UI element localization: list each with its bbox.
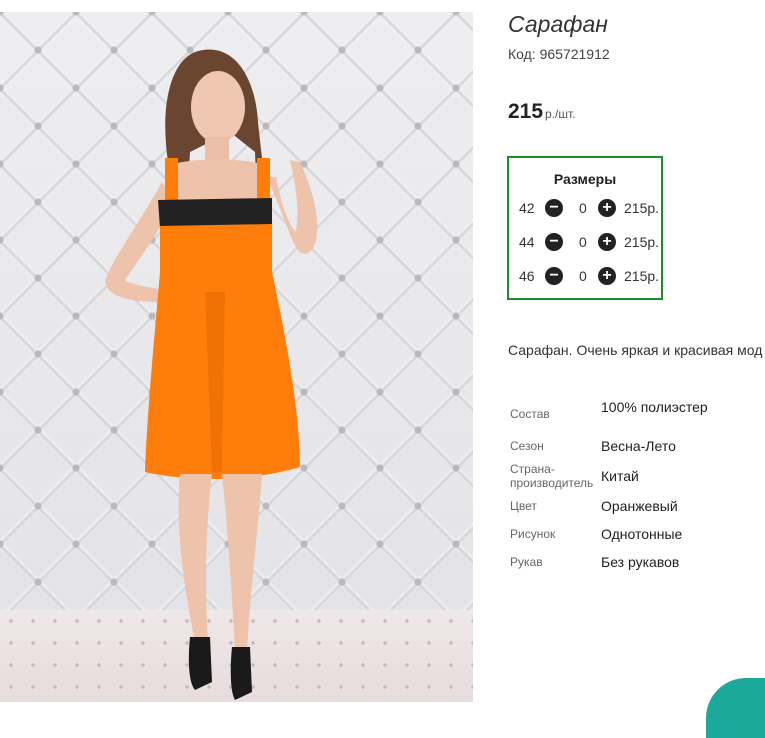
product-photo[interactable] — [0, 12, 473, 702]
size-price: 215р. — [624, 268, 660, 284]
sizes-box: Размеры 42 − 0 + 215р. 44 − 0 + 215р. 46… — [507, 156, 663, 300]
sizes-heading: Размеры — [553, 171, 617, 187]
product-code: Код: 965721912 — [508, 46, 610, 62]
attribute-key: Сезон — [510, 439, 544, 453]
decrease-qty-button[interactable]: − — [545, 233, 563, 251]
attribute-value: 100% полиэстер — [601, 399, 708, 415]
decrease-qty-button[interactable]: − — [545, 267, 563, 285]
attribute-key: Рукав — [510, 555, 543, 569]
attribute-key: Рисунок — [510, 527, 556, 541]
size-label: 42 — [519, 200, 535, 216]
attribute-key: Состав — [510, 407, 550, 421]
attribute-key: Страна-производитель — [510, 462, 594, 490]
attribute-key: Цвет — [510, 499, 537, 513]
product-price: 215 р./шт. — [508, 100, 576, 124]
size-price: 215р. — [624, 234, 660, 250]
model-illustration — [105, 49, 318, 700]
qty-value: 0 — [579, 268, 587, 284]
increase-qty-button[interactable]: + — [598, 199, 616, 217]
size-label: 46 — [519, 268, 535, 284]
product-title: Сарафан — [508, 11, 608, 37]
increase-qty-button[interactable]: + — [598, 267, 616, 285]
attribute-value: Однотонные — [601, 526, 683, 542]
qty-value: 0 — [579, 234, 587, 250]
price-value: 215 — [508, 100, 544, 123]
product-description: Сарафан. Очень яркая и красивая мод — [508, 342, 763, 358]
attribute-value: Весна-Лето — [601, 438, 676, 454]
price-unit: р./шт. — [545, 107, 576, 121]
attribute-value: Китай — [601, 468, 639, 484]
decrease-qty-button[interactable]: − — [545, 199, 563, 217]
size-price: 215р. — [624, 200, 660, 216]
attribute-value: Без рукавов — [601, 554, 680, 570]
chat-widget-button[interactable] — [706, 678, 765, 738]
increase-qty-button[interactable]: + — [598, 233, 616, 251]
size-label: 44 — [519, 234, 535, 250]
attribute-value: Оранжевый — [601, 498, 678, 514]
qty-value: 0 — [579, 200, 587, 216]
